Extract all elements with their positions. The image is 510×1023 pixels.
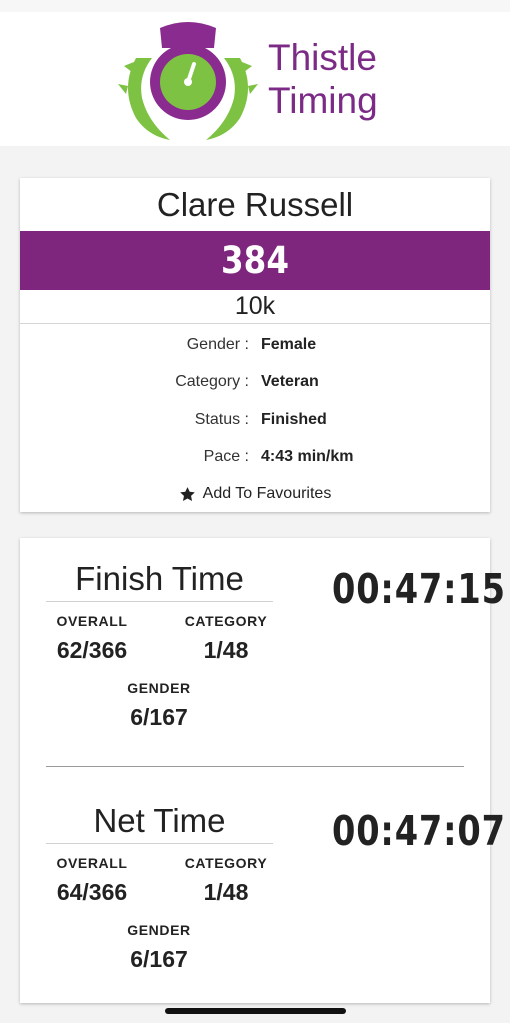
runner-details: Gender : Female Category : Veteran Statu… bbox=[20, 324, 490, 476]
runner-card: Clare Russell 384 10k Gender : Female Ca… bbox=[20, 178, 490, 512]
category-value: 1/48 bbox=[203, 637, 249, 663]
results-card: Finish Time 00:47:15 OVERALL CATEGORY 62… bbox=[20, 538, 505, 1003]
star-icon bbox=[179, 486, 195, 501]
detail-label: Pace : bbox=[203, 448, 249, 466]
net-time-value: 00:47:07 bbox=[332, 807, 506, 855]
detail-value: 4:43 min/km bbox=[261, 448, 354, 466]
brand-line-1: Thistle bbox=[268, 37, 377, 78]
detail-value: Veteran bbox=[261, 373, 319, 391]
gender-label: GENDER bbox=[127, 922, 191, 938]
runner-name: Clare Russell bbox=[156, 186, 354, 223]
overall-value: 64/366 bbox=[56, 879, 128, 905]
detail-label: Status : bbox=[194, 410, 249, 428]
brand-line-2: Timing bbox=[268, 80, 378, 121]
detail-label: Category : bbox=[175, 373, 249, 391]
category-value: 1/48 bbox=[203, 879, 249, 905]
detail-row-gender: Gender : Female bbox=[20, 326, 490, 364]
detail-value: Finished bbox=[261, 410, 327, 428]
gender-value: 6/167 bbox=[130, 946, 188, 972]
finish-time-value: 00:47:15 bbox=[332, 565, 506, 613]
add-to-favourites-button[interactable]: Add To Favourites bbox=[20, 476, 490, 512]
thistle-logo[interactable] bbox=[118, 18, 258, 142]
detail-row-category: Category : Veteran bbox=[20, 364, 490, 402]
gender-value: 6/167 bbox=[130, 704, 188, 730]
overall-value: 62/366 bbox=[56, 637, 128, 663]
detail-label: Gender : bbox=[186, 335, 249, 353]
bib-banner: 384 bbox=[20, 231, 490, 290]
category-label: CATEGORY bbox=[184, 613, 268, 629]
overall-label: OVERALL bbox=[56, 855, 128, 871]
detail-value: Female bbox=[261, 335, 317, 353]
net-time-title: Net Time bbox=[46, 801, 273, 844]
section-divider bbox=[46, 766, 464, 767]
detail-row-pace: Pace : 4:43 min/km bbox=[20, 439, 490, 477]
overall-label: OVERALL bbox=[56, 613, 128, 629]
home-indicator[interactable] bbox=[165, 1008, 346, 1014]
site-header: Thistle Timing bbox=[0, 12, 510, 146]
brand-name: Thistle Timing bbox=[268, 36, 378, 122]
finish-time-title: Finish Time bbox=[46, 559, 273, 602]
race-name: 10k bbox=[20, 290, 490, 324]
bib-number: 384 bbox=[48, 231, 462, 290]
favourites-label: Add To Favourites bbox=[202, 485, 332, 502]
category-label: CATEGORY bbox=[184, 855, 268, 871]
detail-row-status: Status : Finished bbox=[20, 401, 490, 439]
gender-label: GENDER bbox=[127, 680, 191, 696]
